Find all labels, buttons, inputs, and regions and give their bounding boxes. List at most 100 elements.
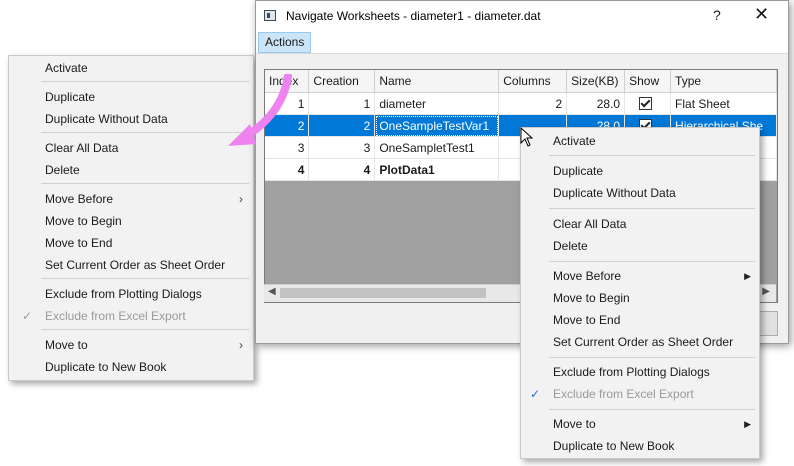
menu-separator [41, 132, 249, 133]
scroll-left-icon[interactable]: ◀ [268, 286, 276, 297]
menu-item-move-to-end[interactable]: Move to End [521, 309, 759, 331]
menu-item-label: Move Before [45, 192, 114, 206]
menu-item-activate[interactable]: Activate [9, 57, 253, 79]
cell-creation: 1 [308, 92, 376, 115]
menu-bar: Actions [256, 31, 788, 54]
cell-name[interactable]: diameter [374, 92, 500, 115]
cell-name[interactable]: PlotData1 [374, 158, 500, 181]
menu-separator [41, 278, 249, 279]
menu-item-move-to[interactable]: Move to › [9, 334, 253, 356]
actions-menu[interactable]: Actions [258, 32, 312, 53]
menu-item-move-to-begin[interactable]: Move to Begin [9, 210, 253, 232]
menu-item-move-before[interactable]: Move Before ▶ [521, 265, 759, 287]
menu-item-exclude-plotting[interactable]: Exclude from Plotting Dialogs [521, 361, 759, 383]
menu-item-duplicate[interactable]: Duplicate [521, 160, 759, 182]
check-icon: ✓ [529, 387, 541, 401]
table-header-row: Index Creation Name Columns Size(KB) Sho… [265, 70, 777, 93]
menu-item-move-to-end[interactable]: Move to End [9, 232, 253, 254]
menu-separator [549, 208, 755, 209]
chevron-right-icon: › [239, 192, 243, 206]
cell-creation: 4 [308, 158, 376, 181]
menu-item-label: Clear All Data [45, 141, 119, 155]
menu-separator [41, 183, 249, 184]
show-checkbox[interactable] [639, 96, 653, 110]
menu-item-duplicate-without-data[interactable]: Duplicate Without Data [521, 182, 759, 204]
menu-item-move-to-begin[interactable]: Move to Begin [521, 287, 759, 309]
menu-item-delete[interactable]: Delete [521, 235, 759, 257]
menu-item-clear-all-data[interactable]: Clear All Data [521, 213, 759, 235]
window-app-icon [264, 10, 276, 21]
cell-name[interactable]: OneSampleTestVar1 [374, 114, 500, 137]
left-context-menu: Activate Duplicate Duplicate Without Dat… [8, 55, 254, 381]
cell-size: 28.0 [566, 92, 626, 115]
menu-item-label: Delete [553, 239, 588, 253]
scroll-right-icon[interactable]: ▶ [762, 286, 770, 297]
menu-item-exclude-excel[interactable]: ✓ Exclude from Excel Export [9, 305, 253, 327]
menu-item-label: Exclude from Excel Export [553, 387, 694, 401]
right-context-menu: Activate Duplicate Duplicate Without Dat… [520, 127, 760, 459]
chevron-right-icon: ▶ [744, 419, 751, 429]
menu-item-duplicate-new-book[interactable]: Duplicate to New Book [521, 435, 759, 457]
window-title: Navigate Worksheets - diameter1 - diamet… [286, 9, 541, 23]
menu-item-label: Move to Begin [553, 291, 630, 305]
menu-item-duplicate-new-book[interactable]: Duplicate to New Book [9, 356, 253, 378]
cell-creation: 2 [308, 114, 376, 137]
menu-item-label: Duplicate to New Book [553, 439, 675, 453]
menu-item-label: Duplicate Without Data [45, 112, 168, 126]
header-name[interactable]: Name [374, 70, 500, 93]
menu-item-label: Clear All Data [553, 217, 627, 231]
cell-name[interactable]: OneSampletTest1 [374, 136, 500, 159]
menu-item-exclude-plotting[interactable]: Exclude from Plotting Dialogs [9, 283, 253, 305]
close-icon[interactable]: ✕ [754, 4, 769, 25]
menu-separator [549, 155, 755, 156]
check-icon: ✓ [21, 309, 33, 323]
menu-item-clear-all-data[interactable]: Clear All Data [9, 137, 253, 159]
menu-item-activate[interactable]: Activate [521, 130, 759, 152]
menu-item-label: Move to [45, 338, 88, 352]
header-creation[interactable]: Creation [308, 70, 376, 93]
title-bar: Navigate Worksheets - diameter1 - diamet… [256, 1, 788, 31]
menu-item-label: Duplicate [45, 90, 96, 104]
table-row[interactable]: 1 1 diameter 2 28.0 Flat Sheet [265, 92, 777, 115]
menu-separator [549, 409, 755, 410]
menu-item-label: Set Current Order as Sheet Order [45, 258, 226, 272]
chevron-right-icon: ▶ [744, 271, 751, 281]
menu-item-label: Duplicate Without Data [553, 186, 676, 200]
menu-item-label: Set Current Order as Sheet Order [553, 335, 734, 349]
chevron-right-icon: › [239, 338, 243, 352]
menu-separator [41, 81, 249, 82]
menu-item-label: Move to Begin [45, 214, 122, 228]
menu-item-move-to[interactable]: Move to ▶ [521, 413, 759, 435]
menu-item-delete[interactable]: Delete [9, 159, 253, 181]
menu-item-duplicate[interactable]: Duplicate [9, 86, 253, 108]
menu-item-duplicate-without-data[interactable]: Duplicate Without Data [9, 108, 253, 130]
menu-item-label: Move to [553, 417, 596, 431]
scroll-thumb[interactable] [280, 288, 486, 298]
menu-item-label: Duplicate [553, 164, 604, 178]
header-show[interactable]: Show [624, 70, 672, 93]
header-type[interactable]: Type [670, 70, 777, 93]
menu-item-label: Activate [553, 134, 596, 148]
menu-item-label: Exclude from Plotting Dialogs [553, 365, 710, 379]
mouse-pointer-icon [520, 127, 534, 147]
menu-item-exclude-excel[interactable]: ✓ Exclude from Excel Export [521, 383, 759, 405]
cell-index: 4 [265, 158, 310, 181]
cell-creation: 3 [308, 136, 376, 159]
menu-item-move-before[interactable]: Move Before › [9, 188, 253, 210]
menu-item-set-order[interactable]: Set Current Order as Sheet Order [9, 254, 253, 276]
menu-item-label: Move to End [553, 313, 621, 327]
menu-item-set-order[interactable]: Set Current Order as Sheet Order [521, 331, 759, 353]
menu-item-label: Exclude from Plotting Dialogs [45, 287, 202, 301]
menu-item-label: Activate [45, 61, 88, 75]
header-columns[interactable]: Columns [498, 70, 568, 93]
pink-curved-arrow [228, 74, 292, 146]
menu-item-label: Move to End [45, 236, 113, 250]
menu-separator [549, 261, 755, 262]
help-button[interactable]: ? [713, 7, 721, 23]
menu-item-label: Delete [45, 163, 80, 177]
menu-separator [41, 329, 249, 330]
menu-separator [549, 357, 755, 358]
cell-show [624, 92, 672, 115]
header-size[interactable]: Size(KB) [566, 70, 626, 93]
cell-columns: 2 [498, 92, 568, 115]
